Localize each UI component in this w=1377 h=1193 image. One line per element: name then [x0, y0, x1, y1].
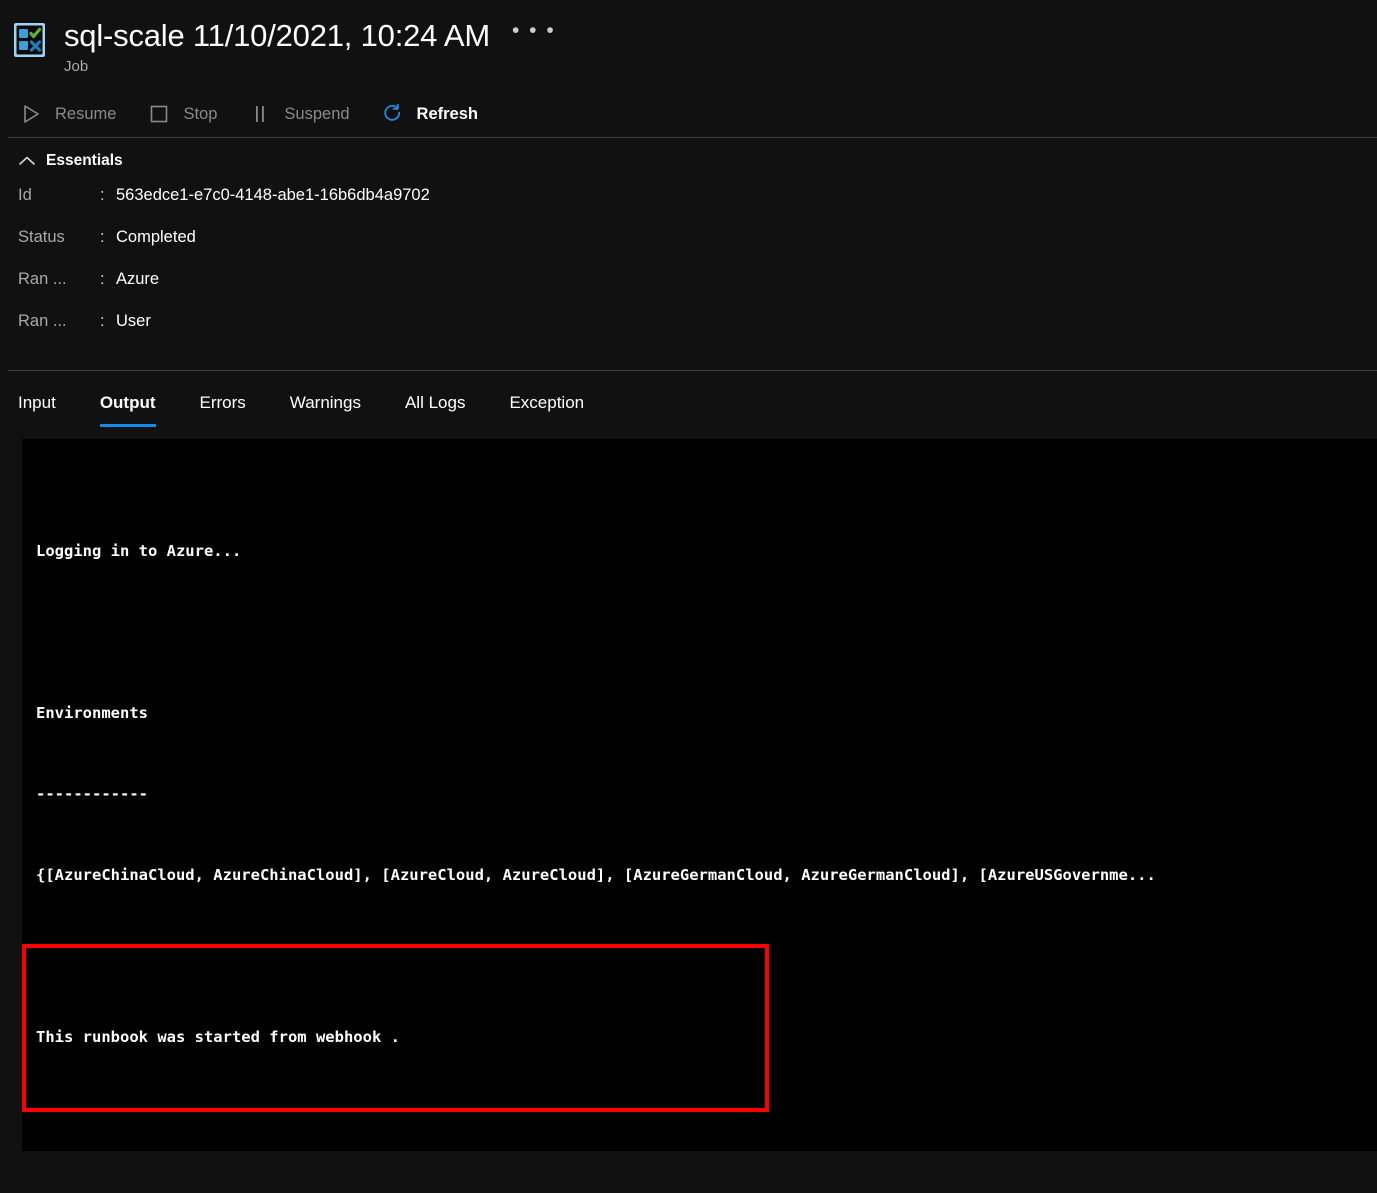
essentials-key: Ran ... [18, 312, 67, 330]
tab-input[interactable]: Input [18, 393, 56, 427]
title-block: sql-scale 11/10/2021, 10:24 AM • • • Job [64, 16, 556, 77]
essentials-colon: : [100, 270, 105, 288]
job-status-icon [10, 20, 50, 60]
console-line: Logging in to Azure... [36, 542, 242, 560]
essentials-key: Status [18, 228, 65, 246]
essentials-row-id: Id : 563edce1-e7c0-4148-abe1-16b6db4a970… [18, 186, 1377, 228]
page-title: sql-scale 11/10/2021, 10:24 AM [64, 18, 490, 53]
stop-icon [146, 101, 172, 127]
refresh-icon [380, 101, 406, 127]
essentials-value: 563edce1-e7c0-4148-abe1-16b6db4a9702 [116, 186, 430, 204]
essentials-colon: : [100, 186, 105, 204]
command-bar: Resume Stop Suspend Refresh [0, 91, 1377, 137]
tab-all-logs[interactable]: All Logs [405, 393, 465, 427]
suspend-button[interactable]: Suspend [247, 91, 365, 137]
essentials-colon: : [100, 228, 105, 246]
essentials-section: Essentials Id : 563edce1-e7c0-4148-abe1-… [0, 138, 1377, 370]
stop-button[interactable]: Stop [146, 91, 233, 137]
more-options-icon[interactable]: • • • [512, 20, 556, 50]
essentials-row-ran-by: Ran ... : User [18, 312, 1377, 354]
essentials-key: Ran ... [18, 270, 67, 288]
chevron-up-icon [18, 152, 36, 170]
tab-exception[interactable]: Exception [509, 393, 584, 427]
refresh-label: Refresh [416, 104, 478, 123]
stop-label: Stop [183, 104, 218, 123]
resume-button[interactable]: Resume [18, 91, 132, 137]
console-line: This runbook was started from webhook . [36, 1028, 400, 1046]
console-line: ------------ [36, 785, 148, 803]
suspend-label: Suspend [284, 104, 350, 123]
output-console-panel[interactable]: Logging in to Azure... Environments ----… [22, 439, 1377, 1151]
essentials-row-ran-on: Ran ... : Azure [18, 270, 1377, 312]
pause-icon [247, 101, 273, 127]
resume-label: Resume [55, 104, 117, 123]
essentials-value: User [116, 312, 151, 330]
tab-errors[interactable]: Errors [200, 393, 246, 427]
essentials-key: Id [18, 186, 32, 204]
essentials-value: Azure [116, 270, 160, 288]
essentials-value: Completed [116, 228, 196, 246]
essentials-row-status: Status : Completed [18, 228, 1377, 270]
essentials-colon: : [100, 312, 105, 330]
essentials-toggle[interactable]: Essentials [18, 152, 1377, 170]
console-line: {[AzureChinaCloud, AzureChinaCloud], [Az… [36, 866, 1156, 884]
page-header: sql-scale 11/10/2021, 10:24 AM • • • Job [0, 0, 1377, 77]
title-row: sql-scale 11/10/2021, 10:24 AM • • • Job [0, 16, 1377, 77]
console-line: Environments [36, 704, 148, 722]
play-icon [18, 101, 44, 127]
tab-warnings[interactable]: Warnings [290, 393, 361, 427]
page-subtitle: Job [64, 58, 89, 75]
tab-output[interactable]: Output [99, 393, 156, 427]
refresh-button[interactable]: Refresh [380, 91, 494, 137]
essentials-title: Essentials [46, 152, 123, 169]
tab-bar: Input Output Errors Warnings All Logs Ex… [0, 371, 1377, 427]
output-console-text: Logging in to Azure... Environments ----… [22, 439, 1377, 1151]
